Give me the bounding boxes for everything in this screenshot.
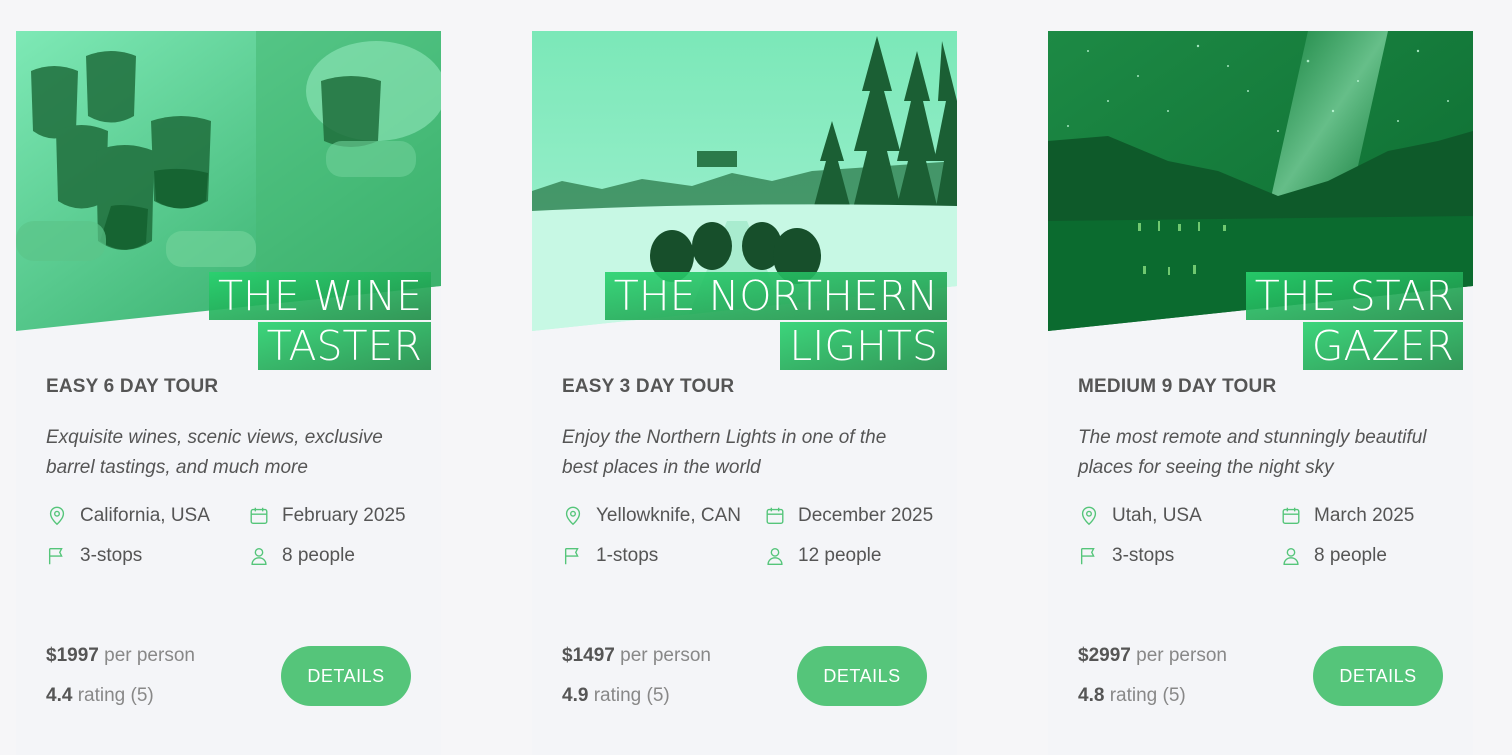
details-button[interactable]: DETAILS xyxy=(797,646,927,706)
tour-card-wine-taster: THE WINE TASTER EASY 6 DAY TOUR Exquisit… xyxy=(16,31,441,755)
tour-stops-text: 3-stops xyxy=(80,545,143,566)
tour-rating-value: 4.4 xyxy=(46,685,73,706)
tour-rating-suffix: rating (5) xyxy=(77,685,154,706)
map-pin-icon xyxy=(1081,506,1097,526)
tour-difficulty-duration: MEDIUM 9 DAY TOUR xyxy=(1078,376,1277,397)
tour-price-value: $1997 xyxy=(46,645,99,666)
tour-title: THE NORTHERN LIGHTS xyxy=(604,271,947,371)
tour-rating-suffix: rating (5) xyxy=(593,685,670,706)
tour-card-star-gazer: THE STAR GAZER MEDIUM 9 DAY TOUR The mos… xyxy=(1048,31,1473,755)
tour-price: $2997 per person xyxy=(1078,645,1227,667)
tour-group-size-text: 8 people xyxy=(282,545,355,566)
flag-icon xyxy=(48,547,63,565)
tour-location-text: Yellowknife, CAN xyxy=(596,505,742,526)
tour-date-text: December 2025 xyxy=(798,505,934,526)
tour-date: February 2025 xyxy=(248,505,406,527)
tour-price-value: $1497 xyxy=(562,645,615,666)
tour-group-size: 8 people xyxy=(248,545,355,567)
tour-date-text: February 2025 xyxy=(282,505,406,526)
tour-title: THE STAR GAZER xyxy=(1245,271,1463,371)
tour-price-suffix: per person xyxy=(620,645,711,666)
tour-description: Exquisite wines, scenic views, exclusive… xyxy=(46,427,383,478)
tour-group-size-text: 8 people xyxy=(1314,545,1387,566)
tour-stops: 3-stops xyxy=(46,545,142,567)
details-button[interactable]: DETAILS xyxy=(281,646,411,706)
tour-rating: 4.4 rating (5) xyxy=(46,685,154,707)
tour-title-line-2: TASTER xyxy=(257,322,431,370)
tour-rating: 4.8 rating (5) xyxy=(1078,685,1186,707)
tour-rating: 4.9 rating (5) xyxy=(562,685,670,707)
tour-rating-suffix: rating (5) xyxy=(1109,685,1186,706)
map-pin-icon xyxy=(565,506,581,526)
tour-rating-value: 4.9 xyxy=(562,685,589,706)
tour-location: Yellowknife, CAN xyxy=(562,505,741,527)
tour-date: March 2025 xyxy=(1280,505,1414,527)
tour-title-line-1: THE NORTHERN xyxy=(604,272,947,320)
user-icon xyxy=(767,547,783,565)
calendar-icon xyxy=(1282,507,1300,525)
tour-location: Utah, USA xyxy=(1078,505,1202,527)
tour-description: The most remote and stunningly beautiful… xyxy=(1078,427,1427,478)
tour-stops: 3-stops xyxy=(1078,545,1174,567)
tour-difficulty-duration: EASY 3 DAY TOUR xyxy=(562,376,735,397)
tour-title-line-2: LIGHTS xyxy=(780,322,947,370)
tour-group-size-text: 12 people xyxy=(798,545,882,566)
tour-date-text: March 2025 xyxy=(1314,505,1415,526)
user-icon xyxy=(1283,547,1299,565)
tour-card-northern-lights: THE NORTHERN LIGHTS EASY 3 DAY TOUR Enjo… xyxy=(532,31,957,755)
tour-location-text: Utah, USA xyxy=(1112,505,1202,526)
tour-price-suffix: per person xyxy=(1136,645,1227,666)
calendar-icon xyxy=(766,507,784,525)
tour-price-suffix: per person xyxy=(104,645,195,666)
tour-price: $1997 per person xyxy=(46,645,195,667)
tour-difficulty-duration: EASY 6 DAY TOUR xyxy=(46,376,219,397)
flag-icon xyxy=(564,547,579,565)
map-pin-icon xyxy=(49,506,65,526)
tour-location-text: California, USA xyxy=(80,505,210,526)
tour-rating-value: 4.8 xyxy=(1078,685,1105,706)
tour-group-size: 12 people xyxy=(764,545,881,567)
tour-title-line-1: THE STAR xyxy=(1245,272,1463,320)
tour-stops-text: 1-stops xyxy=(596,545,659,566)
tour-stops-text: 3-stops xyxy=(1112,545,1175,566)
tour-description: Enjoy the Northern Lights in one of the … xyxy=(562,427,887,478)
details-button[interactable]: DETAILS xyxy=(1313,646,1443,706)
tour-stops: 1-stops xyxy=(562,545,658,567)
calendar-icon xyxy=(250,507,268,525)
tour-title-line-2: GAZER xyxy=(1302,322,1463,370)
tour-title-line-1: THE WINE xyxy=(208,272,431,320)
user-icon xyxy=(251,547,267,565)
tour-title: THE WINE TASTER xyxy=(208,271,431,371)
tour-location: California, USA xyxy=(46,505,210,527)
tour-price-value: $2997 xyxy=(1078,645,1131,666)
tour-price: $1497 per person xyxy=(562,645,711,667)
flag-icon xyxy=(1080,547,1095,565)
tour-group-size: 8 people xyxy=(1280,545,1387,567)
tour-date: December 2025 xyxy=(764,505,933,527)
